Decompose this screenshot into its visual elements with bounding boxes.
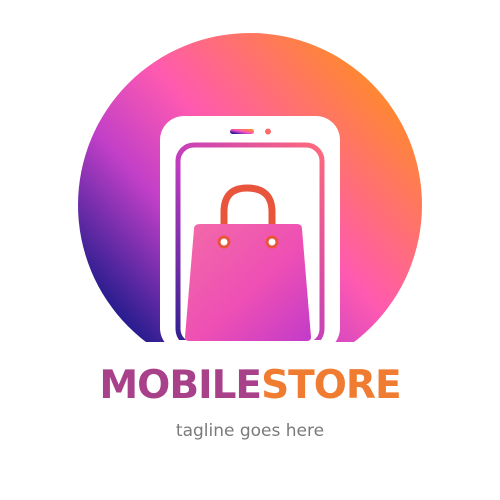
bag-hole-left (217, 235, 231, 249)
shopping-bag-icon (185, 224, 311, 341)
brand-name: MOBILESTORE (0, 362, 500, 410)
phone-camera (265, 128, 271, 135)
brand-name-store: STORE (261, 363, 402, 408)
phone-speaker (230, 129, 254, 134)
brand-name-mobile: MOBILE (99, 363, 262, 408)
tagline: tagline goes here (175, 421, 325, 441)
bag-hole-right (265, 235, 279, 249)
